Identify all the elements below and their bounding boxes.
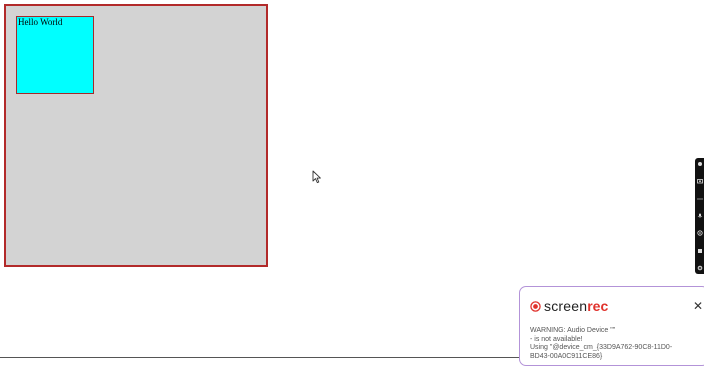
- close-icon[interactable]: ✕: [693, 300, 703, 312]
- logo-text-rec: rec: [587, 298, 609, 314]
- settings-icon[interactable]: [697, 265, 703, 271]
- message-line: WARNING: Audio Device "": [530, 327, 616, 334]
- pin-icon[interactable]: [697, 161, 703, 167]
- record-icon: [530, 300, 541, 312]
- message-line: BD43-00A0C911CE86}: [530, 352, 603, 360]
- dots-icon[interactable]: [696, 196, 703, 202]
- microphone-icon[interactable]: [697, 213, 703, 219]
- mouse-pointer-icon: [312, 170, 322, 184]
- inner-cyan-box: Hello World: [16, 16, 94, 94]
- screenrec-logo: screen rec: [530, 298, 608, 314]
- webcam-icon[interactable]: [696, 230, 703, 236]
- warning-message: WARNING: Audio Device "" - is not availa…: [530, 327, 704, 361]
- stop-icon[interactable]: [697, 248, 703, 254]
- screenrec-side-toolbar: [695, 158, 704, 274]
- message-line: - is not available!: [530, 335, 583, 343]
- screenrec-notification: screen rec ✕ WARNING: Audio Device "" - i…: [519, 286, 704, 366]
- message-line: Using "@device_cm_{33D9A762-90C8-11D0-: [530, 344, 673, 352]
- inner-box-text: Hello World: [18, 17, 63, 27]
- camera-icon[interactable]: [696, 178, 703, 184]
- outer-gray-box: Hello World: [4, 4, 268, 267]
- logo-text-screen: screen: [544, 298, 588, 314]
